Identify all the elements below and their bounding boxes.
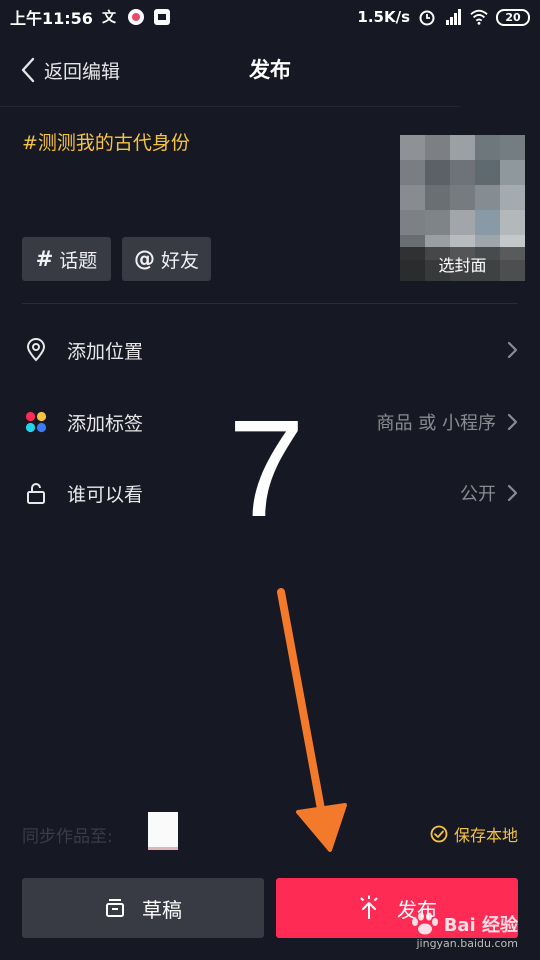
upload-icon: [360, 895, 378, 919]
watermark-logo: Bai 经验: [410, 911, 518, 937]
topic-label: 话题: [59, 249, 98, 272]
nav-divider: [0, 106, 460, 107]
cover-label: 选封面: [400, 247, 525, 281]
signal-icon: [446, 9, 461, 25]
battery-indicator: 20: [496, 8, 530, 26]
draft-label: 草稿: [142, 897, 182, 922]
sync-platform-icon[interactable]: [148, 812, 178, 850]
chrome-app-icon: [127, 9, 144, 25]
add-location-row[interactable]: 添加位置: [0, 322, 540, 378]
paw-logo-icon: [411, 912, 438, 935]
cover-picker[interactable]: 选封面: [400, 135, 525, 281]
status-bar: 上午11:56 文 1.5K/s 20: [0, 0, 540, 34]
visibility-label: 谁可以看: [67, 483, 144, 506]
save-local-toggle[interactable]: 保存本地: [430, 822, 518, 846]
colored-dots-icon: [24, 410, 48, 434]
page-title: 发布: [249, 58, 291, 82]
at-icon: @: [133, 247, 155, 271]
network-speed: 1.5K/s: [357, 8, 410, 26]
chevron-right-icon: [507, 341, 518, 359]
add-topic-button[interactable]: # 话题: [22, 237, 111, 281]
status-left: 上午11:56 文: [10, 5, 171, 29]
status-time: 上午11:56: [10, 9, 93, 28]
draft-button[interactable]: 草稿: [22, 878, 264, 938]
caption-input[interactable]: #测测我的古代身份: [22, 128, 190, 155]
nav-bar: 返回编辑 发布: [0, 42, 540, 98]
add-tag-value: 商品 或 小程序: [376, 413, 496, 434]
add-tag-label: 添加标签: [67, 412, 144, 435]
unlock-icon: [24, 481, 48, 505]
hash-icon: #: [35, 247, 54, 271]
step-number-overlay: 7: [228, 392, 305, 546]
location-pin-icon: [24, 338, 48, 362]
battery-level: 20: [505, 10, 521, 24]
mention-friend-button[interactable]: @ 好友: [122, 237, 211, 281]
chevron-right-icon: [507, 413, 518, 431]
app-notification-icon: [153, 9, 170, 25]
add-location-label: 添加位置: [67, 340, 144, 363]
friend-label: 好友: [160, 249, 199, 272]
svg-text:文: 文: [102, 9, 117, 26]
watermark-url: jingyan.baidu.com: [416, 937, 518, 950]
wifi-icon: [470, 9, 488, 25]
notification-app-icon: 文: [102, 9, 117, 26]
watermark: Bai 经验 jingyan.baidu.com: [410, 911, 518, 950]
alarm-icon: [419, 10, 435, 26]
chevron-right-icon: [507, 484, 518, 502]
visibility-value: 公开: [460, 484, 496, 505]
check-circle-icon: [430, 825, 448, 843]
draft-box-icon: [106, 899, 124, 917]
section-divider: [22, 303, 518, 304]
sync-to-label: 同步作品至:: [22, 827, 113, 847]
status-right: 1.5K/s 20: [357, 8, 530, 26]
watermark-main: Bai 经验: [443, 915, 518, 936]
save-local-label: 保存本地: [453, 826, 518, 845]
